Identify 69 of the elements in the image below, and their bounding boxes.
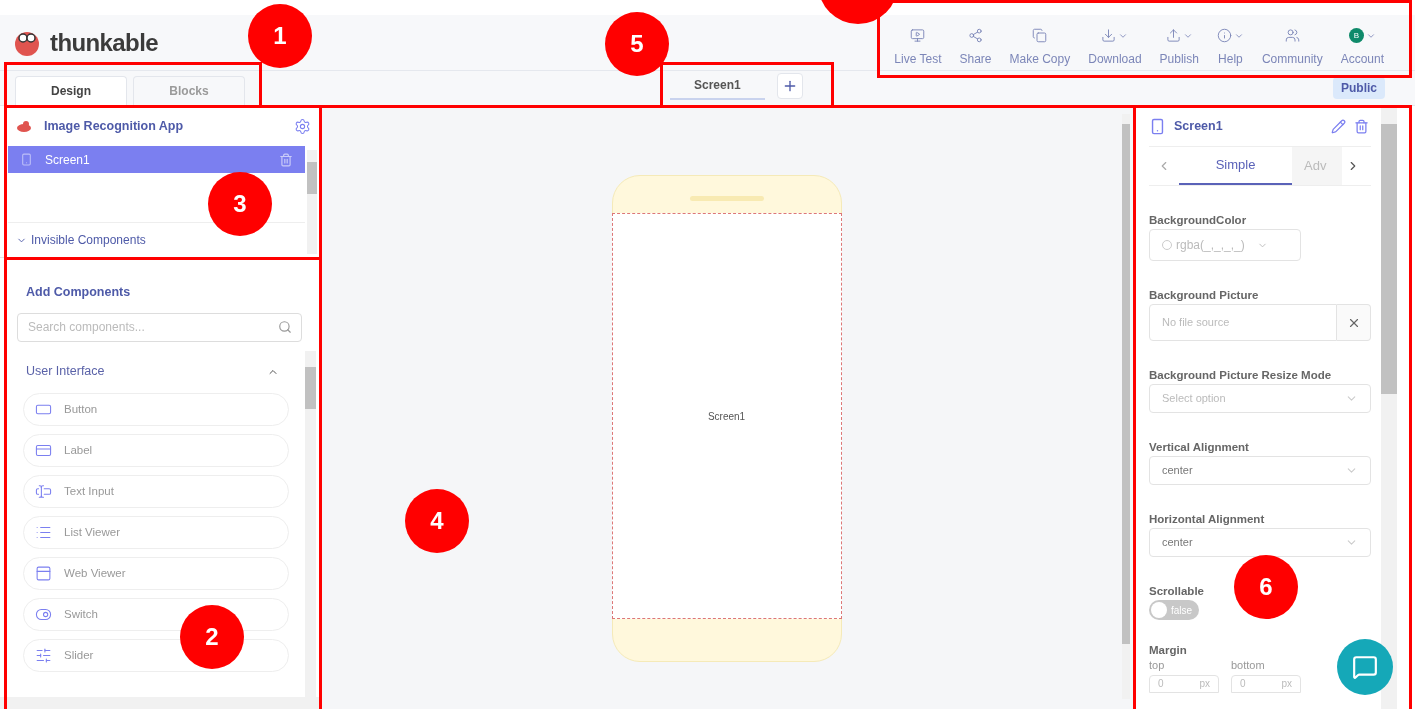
mode-tab[interactable]: Blocks [133,76,245,105]
trash-icon[interactable] [1354,118,1369,134]
margin-field[interactable]: 0 px [1149,675,1219,693]
pencil-icon[interactable] [1331,118,1346,134]
toolbar-button[interactable]: Share [954,25,997,68]
property-tab[interactable]: Adv [1292,147,1342,185]
scrollbar-thumb[interactable] [307,162,317,194]
toolbar-button[interactable]: B Account [1335,25,1389,68]
settings-icon[interactable] [294,117,311,135]
live-test-icon [910,28,926,43]
slider-icon [35,646,52,664]
brand-name: thunkable [50,27,158,58]
scrollbar-thumb[interactable] [305,366,316,409]
web-viewer-icon [35,564,52,582]
copy-icon [1032,28,1048,43]
publish-icon [1165,28,1181,43]
screen-tab[interactable]: Screen1 [670,72,765,100]
chat-launcher-button[interactable] [1337,639,1393,695]
select-field[interactable]: center [1149,528,1371,557]
search-icon [278,319,292,334]
margin-field[interactable]: 0 px [1231,675,1301,693]
share-icon [968,28,983,43]
field-label: Background Picture [1149,289,1259,301]
field-label: Margin [1149,644,1187,656]
margin-label: bottom [1231,659,1266,672]
color-picker[interactable]: rgba(_,_,_,_) [1149,229,1301,261]
screen-list-item[interactable]: Screen1 [8,146,305,173]
field-label: Background Picture Resize Mode [1149,369,1332,381]
toolbar-button[interactable]: Help [1211,25,1249,68]
download-icon [1101,28,1117,43]
scrollbar-thumb[interactable] [1381,124,1397,394]
field-label: Horizontal Alignment [1149,513,1265,525]
toolbar-button[interactable]: Live Test [889,25,947,68]
avatar: B [1348,28,1364,43]
screen-name: Screen1 [707,409,746,424]
help-icon [1216,28,1232,43]
project-title: Image Recognition App [44,117,184,135]
toolbar-button[interactable]: Download [1083,25,1147,68]
screen-canvas[interactable]: Screen1 [611,213,842,619]
clear-button[interactable] [1337,304,1371,341]
mode-tab[interactable]: Design [15,76,127,105]
invisible-components-toggle[interactable]: Invisible Components [8,231,146,249]
search-field[interactable]: Search components... [17,312,302,342]
add-screen-button[interactable] [776,73,803,99]
margin-label: top [1149,659,1166,672]
toolbar-button[interactable]: Community [1256,25,1328,68]
field-label: BackgroundColor [1149,214,1247,226]
field-label: Scrollable [1149,585,1204,597]
scrollbar[interactable] [305,350,316,697]
visibility-badge: Public [1333,77,1385,99]
scrollbar[interactable] [1381,106,1397,709]
panel-title: Add Components [26,284,132,301]
select-field[interactable]: center [1149,456,1371,485]
trash-icon[interactable] [279,152,293,167]
select-field[interactable]: Select option [1149,384,1371,413]
toolbar-button[interactable]: Make Copy [1004,25,1076,68]
toolbar-button[interactable]: Publish [1154,25,1204,68]
phone-icon [1149,117,1166,135]
mascot-icon [16,120,32,132]
chat-icon [1352,654,1378,680]
community-icon [1284,28,1300,43]
file-source-field[interactable]: No file source [1149,304,1337,341]
scrollbar[interactable] [0,697,319,709]
properties-title: Screen1 [1174,117,1223,135]
phone-icon [20,153,33,166]
text-input-icon [35,482,52,500]
category-header[interactable]: User Interface [23,350,289,393]
field-label: Vertical Alignment [1149,441,1249,453]
scrollbar[interactable] [307,150,317,254]
